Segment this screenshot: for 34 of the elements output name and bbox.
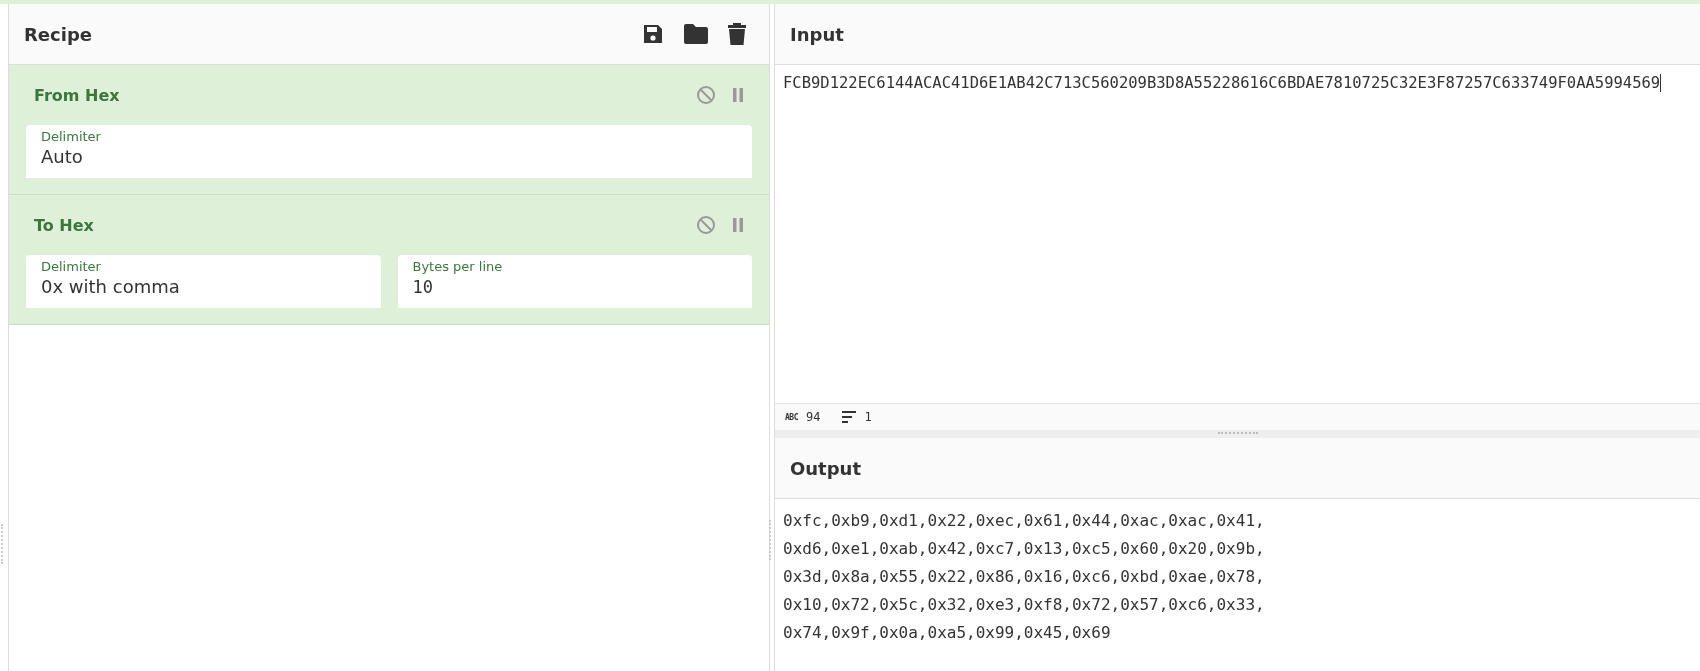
delete-icon[interactable] xyxy=(727,22,747,46)
character-count: 94 xyxy=(805,410,821,424)
folder-icon[interactable] xyxy=(683,23,709,45)
pause-icon[interactable] xyxy=(732,218,744,232)
disable-icon[interactable] xyxy=(696,85,716,105)
output-line: 0x74,0x9f,0x0a,0xa5,0x99,0x45,0x69 xyxy=(783,622,1112,644)
input-text: FCB9D122EC6144ACAC41D6E1AB42C713C560209B3D8A55228616C6BDAE7810725C32E3F87257C633749F0AA5994569 xyxy=(783,74,1662,92)
field-value: 10 xyxy=(412,276,434,299)
panel-title: Output xyxy=(790,457,862,479)
disable-icon[interactable] xyxy=(696,215,716,235)
operation-name: From Hex xyxy=(34,85,120,105)
operation-name: To Hex xyxy=(34,215,94,235)
field-label: Bytes per line xyxy=(412,259,504,274)
field-label: Delimiter xyxy=(41,129,102,144)
field-value: 0x with comma xyxy=(41,275,181,299)
output-line: 0x10,0x72,0x5c,0x32,0xe3,0xf8,0x72,0x57,0xc6,0x33, xyxy=(783,594,1266,616)
argument-field[interactable]: Delimiter Auto xyxy=(26,125,752,178)
output-line: 0xfc,0xb9,0xd1,0x22,0xec,0x61,0x44,0xac,0xac,0x41, xyxy=(783,510,1266,532)
panel-title: Recipe xyxy=(24,23,92,45)
output-line: 0xd6,0xe1,0xab,0x42,0xc7,0x13,0xc5,0x60,0x20,0x9b, xyxy=(783,538,1266,560)
field-label: Delimiter xyxy=(41,259,102,274)
save-icon[interactable] xyxy=(641,22,665,46)
panel-title: Input xyxy=(790,23,844,45)
resize-handle[interactable] xyxy=(769,520,774,560)
output-line: 0x3d,0x8a,0x55,0x22,0x86,0x16,0xc6,0xbd,0xae,0x78, xyxy=(783,566,1266,588)
line-count: 1 xyxy=(864,410,872,424)
resize-handle[interactable] xyxy=(1,524,6,564)
argument-field[interactable]: Delimiter 0x with comma xyxy=(26,255,381,308)
pause-icon[interactable] xyxy=(732,88,744,102)
resize-handle[interactable] xyxy=(1217,431,1258,437)
field-value: Auto xyxy=(41,145,84,169)
line-count-icon xyxy=(842,411,857,423)
argument-field[interactable]: Bytes per line 10 xyxy=(397,255,752,308)
character-count-label: ABC xyxy=(785,412,798,422)
